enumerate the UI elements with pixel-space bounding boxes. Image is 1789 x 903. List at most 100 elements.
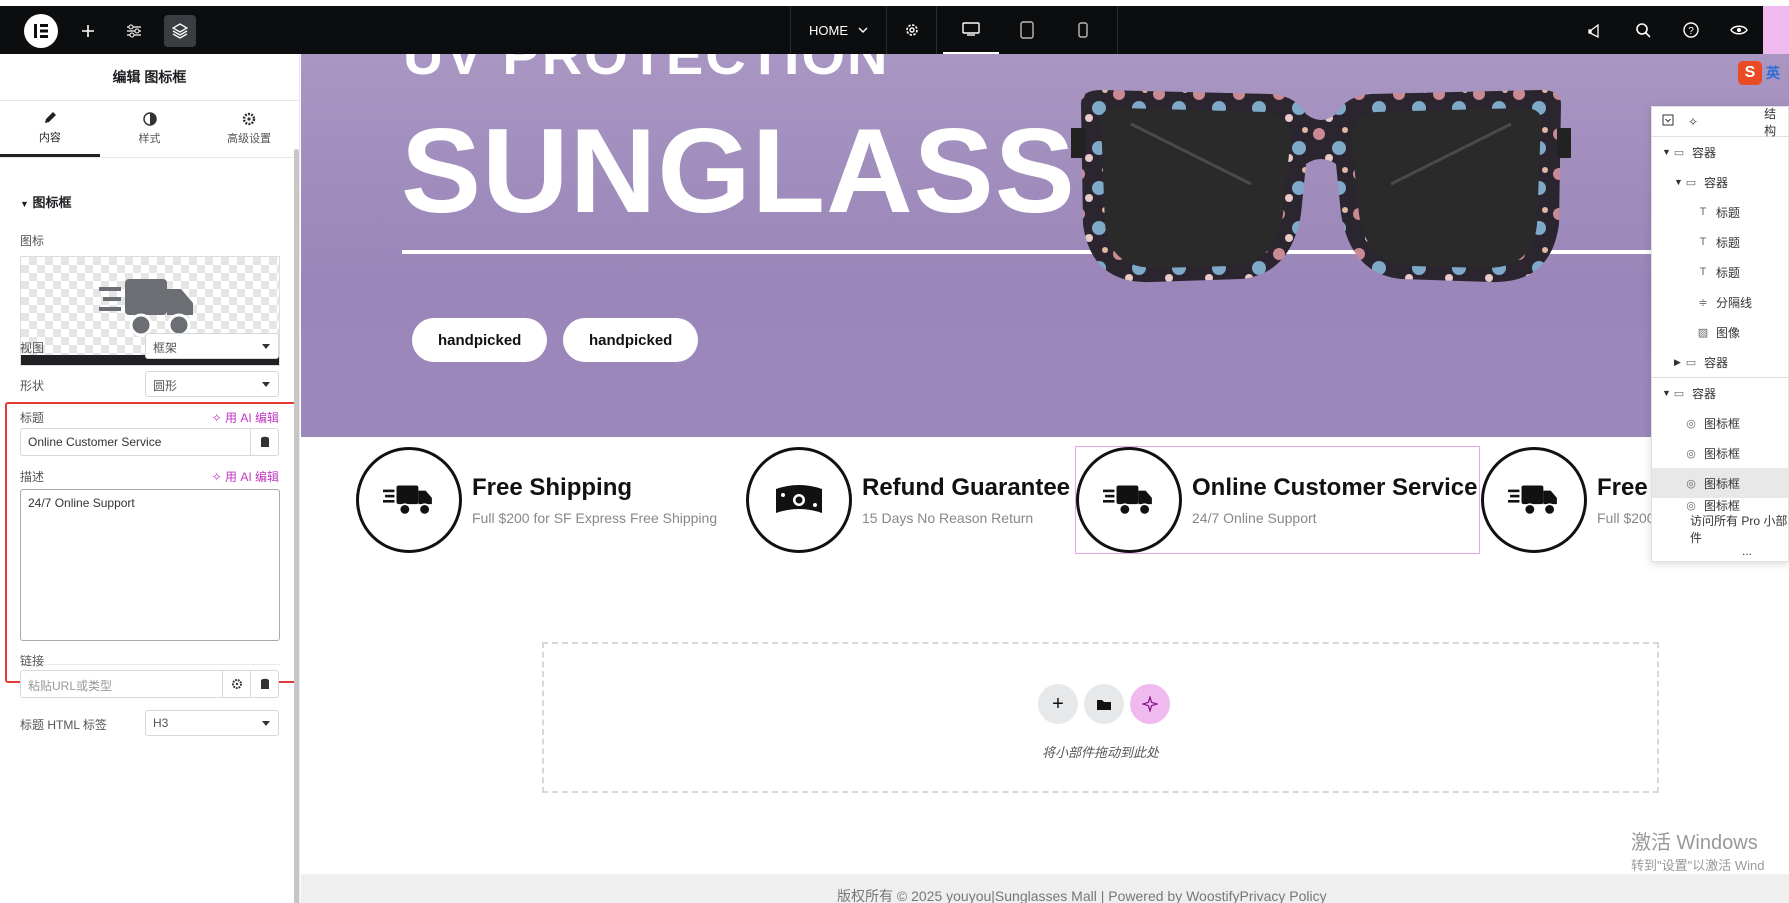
title-label: 标题: [20, 411, 45, 425]
half-circle-icon: [142, 112, 157, 126]
icon-label: 图标: [20, 234, 45, 248]
navigator-item[interactable]: ▼ ▭ 容器: [1652, 167, 1788, 197]
section-toggle[interactable]: ▼ 图标框: [20, 192, 72, 211]
navigator-item[interactable]: ▶ ▭ 容器: [1652, 347, 1788, 377]
navigator-item-label: 容器: [1704, 175, 1729, 190]
link-label: 链接: [20, 654, 45, 668]
hero-section[interactable]: UV PROTECTION SUNGLASSES handpicked hand…: [301, 54, 1789, 437]
widget-drop-zone[interactable]: + 将小部件拖动到此处: [542, 642, 1659, 793]
ai-generate-button[interactable]: [1130, 684, 1170, 724]
dynamic-tags-icon[interactable]: [250, 429, 278, 455]
caret-down-icon[interactable]: ▼: [1662, 388, 1672, 398]
navigator-item-label: 图标框: [1704, 498, 1741, 513]
page-selector[interactable]: HOME: [791, 6, 887, 54]
navigator-item[interactable]: ≑ 分隔线: [1652, 287, 1788, 317]
handpicked-button[interactable]: handpicked: [563, 318, 699, 362]
features-row: Free Shipping Full $200 for SF Express F…: [301, 437, 1789, 557]
add-section-button[interactable]: +: [1038, 684, 1078, 724]
more-icon[interactable]: ...: [1652, 545, 1788, 557]
panel-scrollbar[interactable]: [294, 149, 299, 903]
navigator-item-label: 图标框: [1704, 416, 1741, 431]
ime-mode: 英: [1766, 65, 1780, 81]
navigator-item[interactable]: ▼ ▭ 容器: [1652, 137, 1788, 167]
help-icon[interactable]: ?: [1667, 22, 1715, 38]
ime-indicator[interactable]: S 英: [1738, 60, 1789, 86]
link-input[interactable]: 粘贴URL或类型: [20, 670, 279, 698]
element-type-icon: ▭: [1673, 146, 1685, 159]
feature-title: Free Shipping: [472, 474, 633, 501]
element-type-icon: ◎: [1686, 417, 1696, 430]
collapse-all-icon[interactable]: [1662, 114, 1674, 129]
template-library-button[interactable]: [1084, 684, 1124, 724]
navigator-item-label: 图标框: [1704, 446, 1741, 461]
navigator-header: ✧ 结构: [1652, 106, 1788, 138]
settings-icon[interactable]: [887, 6, 937, 54]
publish-button[interactable]: [1763, 6, 1789, 54]
navigator-item-label: 容器: [1692, 145, 1717, 160]
feature-title: Free: [1597, 474, 1648, 501]
navigator-item-label: 标题: [1716, 235, 1741, 250]
pro-upsell-text[interactable]: 访问所有 Pro 小部件: [1652, 512, 1788, 546]
tab-content[interactable]: 内容: [0, 101, 100, 157]
feature-title: Online Customer Service: [1192, 474, 1478, 501]
tab-style[interactable]: 样式: [100, 101, 200, 157]
top-bar: HOME ?: [0, 6, 1789, 54]
pencil-icon: [44, 111, 56, 123]
html-tag-select[interactable]: H3: [145, 710, 279, 736]
ai-edit-label: 用 AI 编辑: [224, 411, 279, 425]
sliders-icon[interactable]: [118, 15, 150, 47]
title-ai-edit-link[interactable]: ✧ 用 AI 编辑: [212, 409, 279, 426]
navigator-item[interactable]: ▼ ▭ 容器: [1652, 378, 1788, 408]
tab-label: 样式: [138, 133, 161, 145]
icon-box-refund[interactable]: Refund Guarantee 15 Days No Reason Retur…: [746, 447, 1070, 553]
watermark-line2: 转到"设置"以激活 Wind: [1631, 858, 1765, 873]
navigator-item[interactable]: T 标题: [1652, 227, 1788, 257]
mobile-icon[interactable]: [1055, 6, 1111, 54]
divider: [20, 664, 280, 665]
feature-desc: 24/7 Online Support: [1192, 510, 1317, 526]
tablet-icon[interactable]: [999, 6, 1055, 54]
dynamic-tags-icon[interactable]: [250, 671, 278, 697]
site-footer: 版权所有 © 2025 youyou|Sunglasses Mall | Pow…: [301, 874, 1789, 903]
page-name: HOME: [809, 22, 848, 38]
caret-down-icon[interactable]: ▼: [1674, 177, 1684, 187]
icon-box-free[interactable]: Free Full $200: [1481, 447, 1655, 553]
feature-desc: Full $200: [1597, 510, 1655, 526]
view-select[interactable]: 框架: [145, 333, 279, 359]
title-input[interactable]: Online Customer Service: [20, 428, 279, 456]
navigator-item[interactable]: ◎ 图标框: [1652, 408, 1788, 438]
layers-icon[interactable]: [164, 15, 196, 47]
icon-box-online-service[interactable]: Online Customer Service 24/7 Online Supp…: [1074, 446, 1481, 554]
description-ai-edit-link[interactable]: ✧ 用 AI 编辑: [212, 468, 279, 485]
add-icon[interactable]: [72, 15, 104, 47]
truck-icon: [99, 279, 193, 337]
elementor-logo-icon[interactable]: [24, 14, 58, 48]
sparkle-icon[interactable]: ✧: [1688, 115, 1698, 129]
sogou-icon: S: [1738, 61, 1762, 85]
shape-select[interactable]: 圆形: [145, 371, 279, 397]
preview-eye-icon[interactable]: [1715, 24, 1763, 36]
notifications-icon[interactable]: [1571, 22, 1619, 38]
caret-down-icon[interactable]: ▼: [1662, 147, 1672, 157]
navigator-item[interactable]: ◎ 图标框: [1652, 438, 1788, 468]
description-textarea[interactable]: 24/7 Online Support: [20, 489, 280, 641]
navigator-item[interactable]: T 标题: [1652, 257, 1788, 287]
icon-box-free-shipping[interactable]: Free Shipping Full $200 for SF Express F…: [356, 447, 717, 553]
svg-text:?: ?: [1688, 26, 1694, 37]
search-icon[interactable]: [1619, 22, 1667, 38]
navigator-item[interactable]: T 标题: [1652, 197, 1788, 227]
navigator-item[interactable]: ◎ 图标框: [1652, 498, 1788, 513]
navigator-item[interactable]: ▨ 图像: [1652, 317, 1788, 347]
navigator-item[interactable]: ◎ 图标框: [1652, 468, 1788, 498]
caret-right-icon[interactable]: ▶: [1674, 357, 1684, 368]
structure-navigator: ✧ 结构 ▼ ▭ 容器 ▼ ▭ 容器 T 标题 T 标题 T 标题 ≑ 分隔线 ▨ 图像 ▶ ▭ 容器 ▼ ▭ 容器 ◎ 图标…: [1651, 106, 1789, 562]
handpicked-button[interactable]: handpicked: [412, 318, 548, 362]
link-options-gear-icon[interactable]: [222, 671, 250, 697]
navigator-title: 结构: [1764, 106, 1777, 138]
tab-advanced[interactable]: 高级设置: [199, 101, 299, 157]
desktop-icon[interactable]: [943, 6, 999, 54]
feature-title: Refund Guarantee: [862, 474, 1071, 501]
element-type-icon: ◎: [1686, 499, 1696, 512]
feature-desc: Full $200 for SF Express Free Shipping: [472, 510, 718, 526]
element-type-icon: ▭: [1685, 356, 1697, 369]
